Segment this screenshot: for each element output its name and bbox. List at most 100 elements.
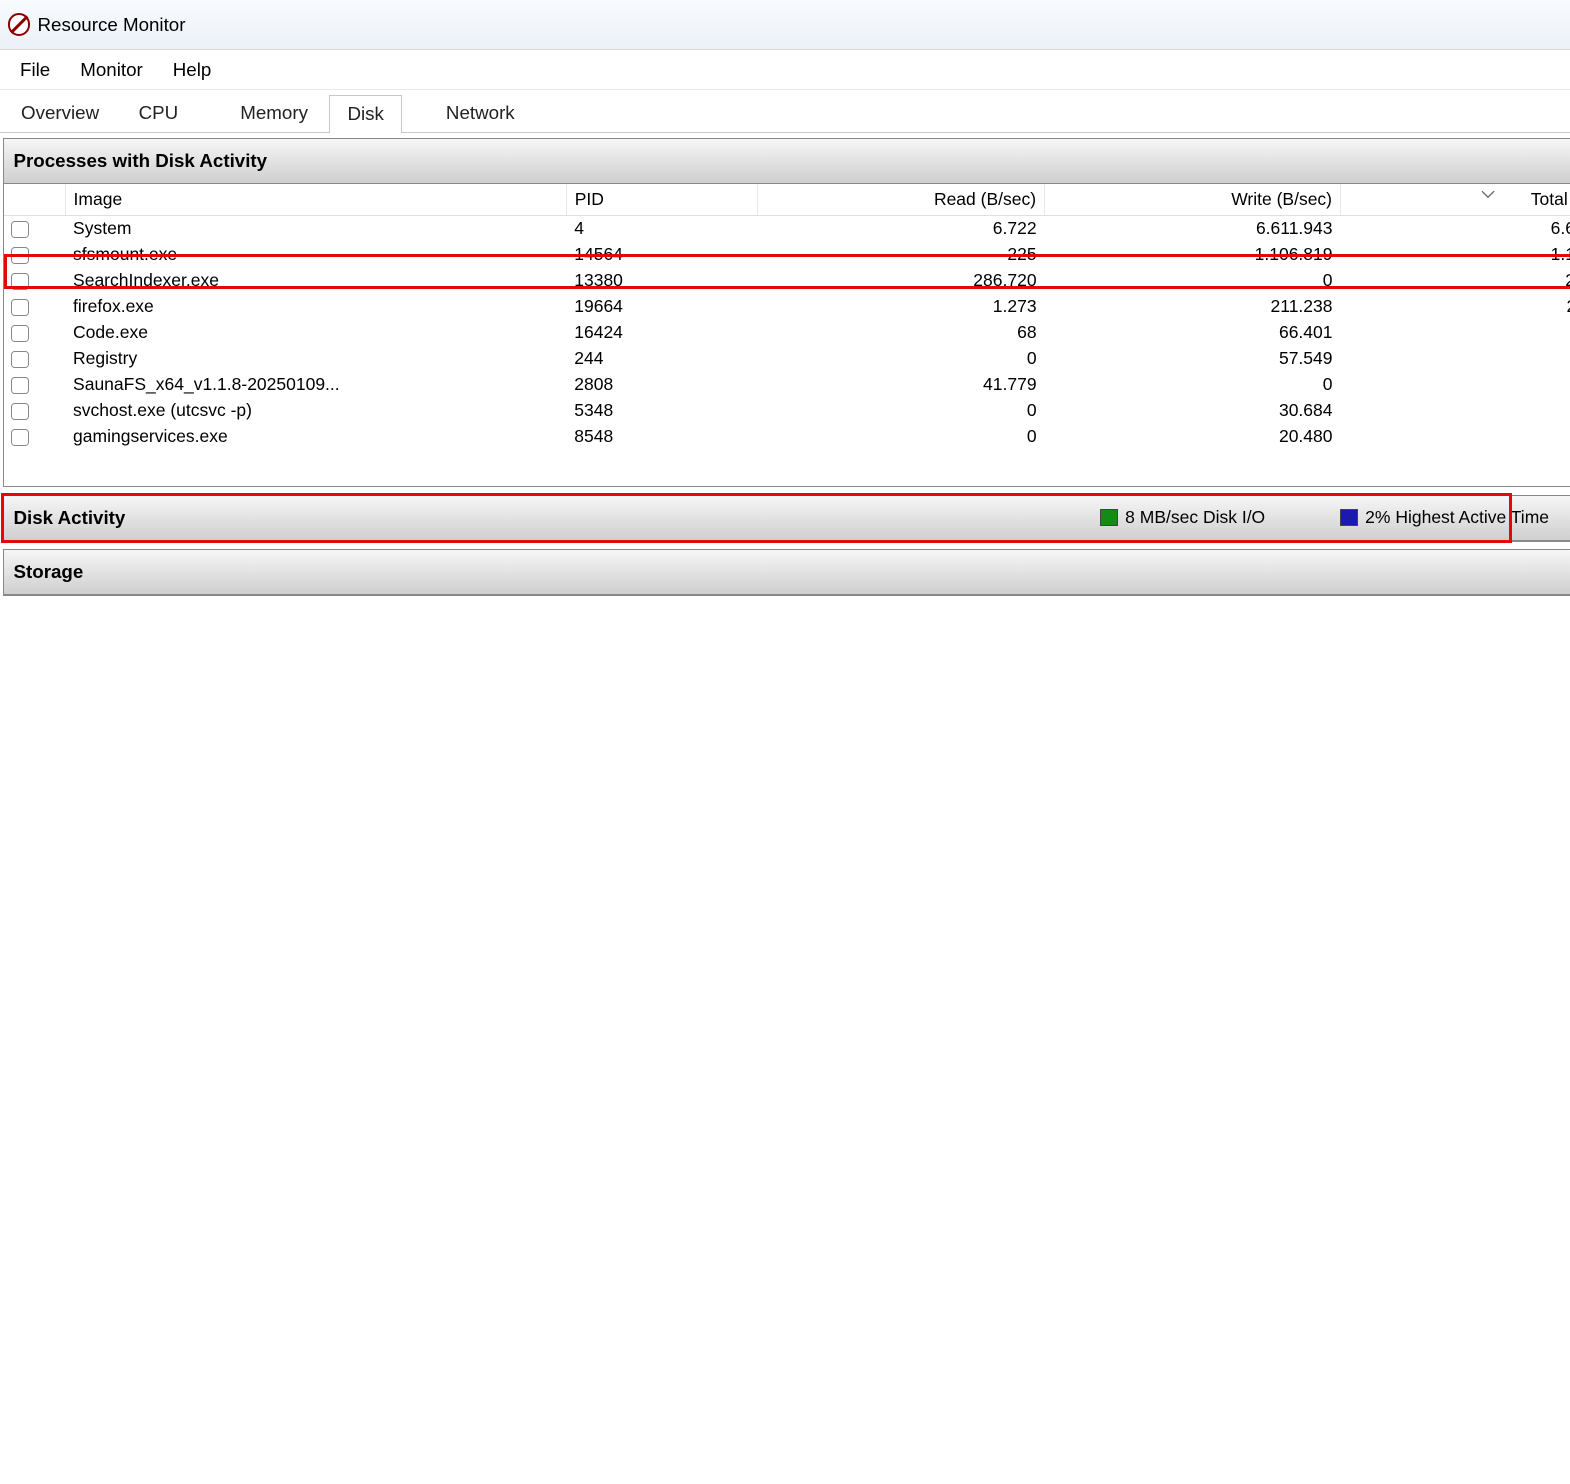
row-checkbox[interactable] bbox=[11, 403, 29, 421]
left-pane: Processes with Disk Activity Image PID R… bbox=[0, 133, 1570, 1484]
cell-read: 225 bbox=[758, 242, 1044, 268]
active-time-stat: 2% Highest Active Time bbox=[1340, 507, 1549, 528]
table-row[interactable]: Registry244057.54957.549 bbox=[4, 346, 1570, 372]
column-image[interactable]: Image bbox=[66, 184, 567, 216]
window-title: Resource Monitor bbox=[38, 14, 186, 36]
table-row[interactable]: SaunaFS_x64_v1.1.8-20250109...280841.779… bbox=[4, 372, 1570, 398]
cell-pid: 5348 bbox=[567, 398, 758, 424]
cell-write: 20.480 bbox=[1044, 424, 1340, 450]
menu-help[interactable]: Help bbox=[158, 54, 227, 86]
storage-title: Storage bbox=[14, 561, 84, 583]
processes-table-wrapper: Image PID Read (B/sec) Write (B/sec) Tot… bbox=[4, 184, 1570, 487]
table-row[interactable]: firefox.exe196641.273211.238212.511 bbox=[4, 294, 1570, 320]
cell-read: 0 bbox=[758, 398, 1044, 424]
content-area: Processes with Disk Activity Image PID R… bbox=[0, 133, 1570, 1484]
storage-panel: Storage bbox=[3, 549, 1570, 596]
cell-pid: 14564 bbox=[567, 242, 758, 268]
cell-pid: 16424 bbox=[567, 320, 758, 346]
tab-overview[interactable]: Overview bbox=[3, 94, 118, 132]
row-checkbox[interactable] bbox=[11, 221, 29, 239]
cell-image: svchost.exe (utcsvc -p) bbox=[66, 398, 567, 424]
table-row[interactable]: SearchIndexer.exe13380286.7200286.720 bbox=[4, 268, 1570, 294]
column-read[interactable]: Read (B/sec) bbox=[758, 184, 1044, 216]
column-pid[interactable]: PID bbox=[567, 184, 758, 216]
cell-total: 41.779 bbox=[1340, 372, 1570, 398]
cell-image: sfsmount.exe bbox=[66, 242, 567, 268]
cell-read: 41.779 bbox=[758, 372, 1044, 398]
cell-total: 286.720 bbox=[1340, 268, 1570, 294]
cell-read: 1.273 bbox=[758, 294, 1044, 320]
tab-network[interactable]: Network bbox=[427, 94, 533, 132]
row-checkbox[interactable] bbox=[11, 325, 29, 343]
cell-total: 6.618.666 bbox=[1340, 215, 1570, 242]
menu-file[interactable]: File bbox=[5, 54, 65, 86]
cell-pid: 2808 bbox=[567, 372, 758, 398]
disk-activity-header[interactable]: Disk Activity 8 MB/sec Disk I/O 2% Highe… bbox=[4, 496, 1570, 541]
cell-read: 286.720 bbox=[758, 268, 1044, 294]
tab-cpu[interactable]: CPU bbox=[120, 94, 197, 132]
cell-pid: 13380 bbox=[567, 268, 758, 294]
tab-strip: Overview CPU Memory Disk Network bbox=[0, 90, 1570, 133]
cell-image: System bbox=[66, 215, 567, 242]
menu-monitor[interactable]: Monitor bbox=[65, 54, 158, 86]
row-checkbox[interactable] bbox=[11, 273, 29, 291]
row-checkbox[interactable] bbox=[11, 429, 29, 447]
row-checkbox[interactable] bbox=[11, 377, 29, 395]
cell-total: 66.470 bbox=[1340, 320, 1570, 346]
disk-io-stat: 8 MB/sec Disk I/O bbox=[1100, 507, 1265, 528]
cell-write: 6.611.943 bbox=[1044, 215, 1340, 242]
cell-image: SaunaFS_x64_v1.1.8-20250109... bbox=[66, 372, 567, 398]
app-icon bbox=[8, 13, 31, 36]
sort-indicator-icon bbox=[1482, 184, 1495, 204]
cell-total: 57.549 bbox=[1340, 346, 1570, 372]
cell-read: 0 bbox=[758, 424, 1044, 450]
io-swatch-icon bbox=[1100, 509, 1118, 527]
disk-activity-title: Disk Activity bbox=[14, 507, 126, 529]
cell-read: 0 bbox=[758, 346, 1044, 372]
cell-write: 30.684 bbox=[1044, 398, 1340, 424]
table-row[interactable]: gamingservices.exe8548020.48020.480 bbox=[4, 424, 1570, 450]
row-checkbox[interactable] bbox=[11, 299, 29, 317]
table-row[interactable]: Code.exe164246866.40166.470 bbox=[4, 320, 1570, 346]
column-total[interactable]: Total (B/sec) bbox=[1340, 184, 1570, 216]
column-write[interactable]: Write (B/sec) bbox=[1044, 184, 1340, 216]
tab-disk[interactable]: Disk bbox=[329, 95, 402, 133]
cell-read: 68 bbox=[758, 320, 1044, 346]
cell-total: 1.107.044 bbox=[1340, 242, 1570, 268]
table-row[interactable]: sfsmount.exe145642251.106.8191.107.044 bbox=[4, 242, 1570, 268]
cell-image: Registry bbox=[66, 346, 567, 372]
processes-table: Image PID Read (B/sec) Write (B/sec) Tot… bbox=[4, 184, 1570, 450]
cell-pid: 4 bbox=[567, 215, 758, 242]
column-checkbox[interactable] bbox=[4, 184, 66, 216]
cell-write: 211.238 bbox=[1044, 294, 1340, 320]
table-row[interactable]: System46.7226.611.9436.618.666 bbox=[4, 215, 1570, 242]
cell-image: gamingservices.exe bbox=[66, 424, 567, 450]
cell-image: SearchIndexer.exe bbox=[66, 268, 567, 294]
cell-read: 6.722 bbox=[758, 215, 1044, 242]
active-swatch-icon bbox=[1340, 509, 1358, 527]
cell-write: 0 bbox=[1044, 268, 1340, 294]
cell-pid: 244 bbox=[567, 346, 758, 372]
tab-memory[interactable]: Memory bbox=[222, 94, 327, 132]
cell-write: 66.401 bbox=[1044, 320, 1340, 346]
cell-pid: 19664 bbox=[567, 294, 758, 320]
processes-title: Processes with Disk Activity bbox=[14, 150, 268, 172]
menu-bar: File Monitor Help bbox=[0, 50, 1570, 90]
cell-write: 1.106.819 bbox=[1044, 242, 1340, 268]
cell-total: 20.480 bbox=[1340, 424, 1570, 450]
cell-image: Code.exe bbox=[66, 320, 567, 346]
row-checkbox[interactable] bbox=[11, 351, 29, 369]
cell-image: firefox.exe bbox=[66, 294, 567, 320]
cell-write: 57.549 bbox=[1044, 346, 1340, 372]
row-checkbox[interactable] bbox=[11, 247, 29, 265]
disk-activity-panel: Disk Activity 8 MB/sec Disk I/O 2% Highe… bbox=[3, 495, 1570, 542]
cell-write: 0 bbox=[1044, 372, 1340, 398]
processes-header[interactable]: Processes with Disk Activity bbox=[4, 139, 1570, 184]
cell-total: 30.684 bbox=[1340, 398, 1570, 424]
storage-header[interactable]: Storage bbox=[4, 550, 1570, 595]
title-bar: Resource Monitor bbox=[0, 0, 1570, 50]
cell-total: 212.511 bbox=[1340, 294, 1570, 320]
processes-panel: Processes with Disk Activity Image PID R… bbox=[3, 138, 1570, 488]
table-row[interactable]: svchost.exe (utcsvc -p)5348030.68430.684 bbox=[4, 398, 1570, 424]
cell-pid: 8548 bbox=[567, 424, 758, 450]
